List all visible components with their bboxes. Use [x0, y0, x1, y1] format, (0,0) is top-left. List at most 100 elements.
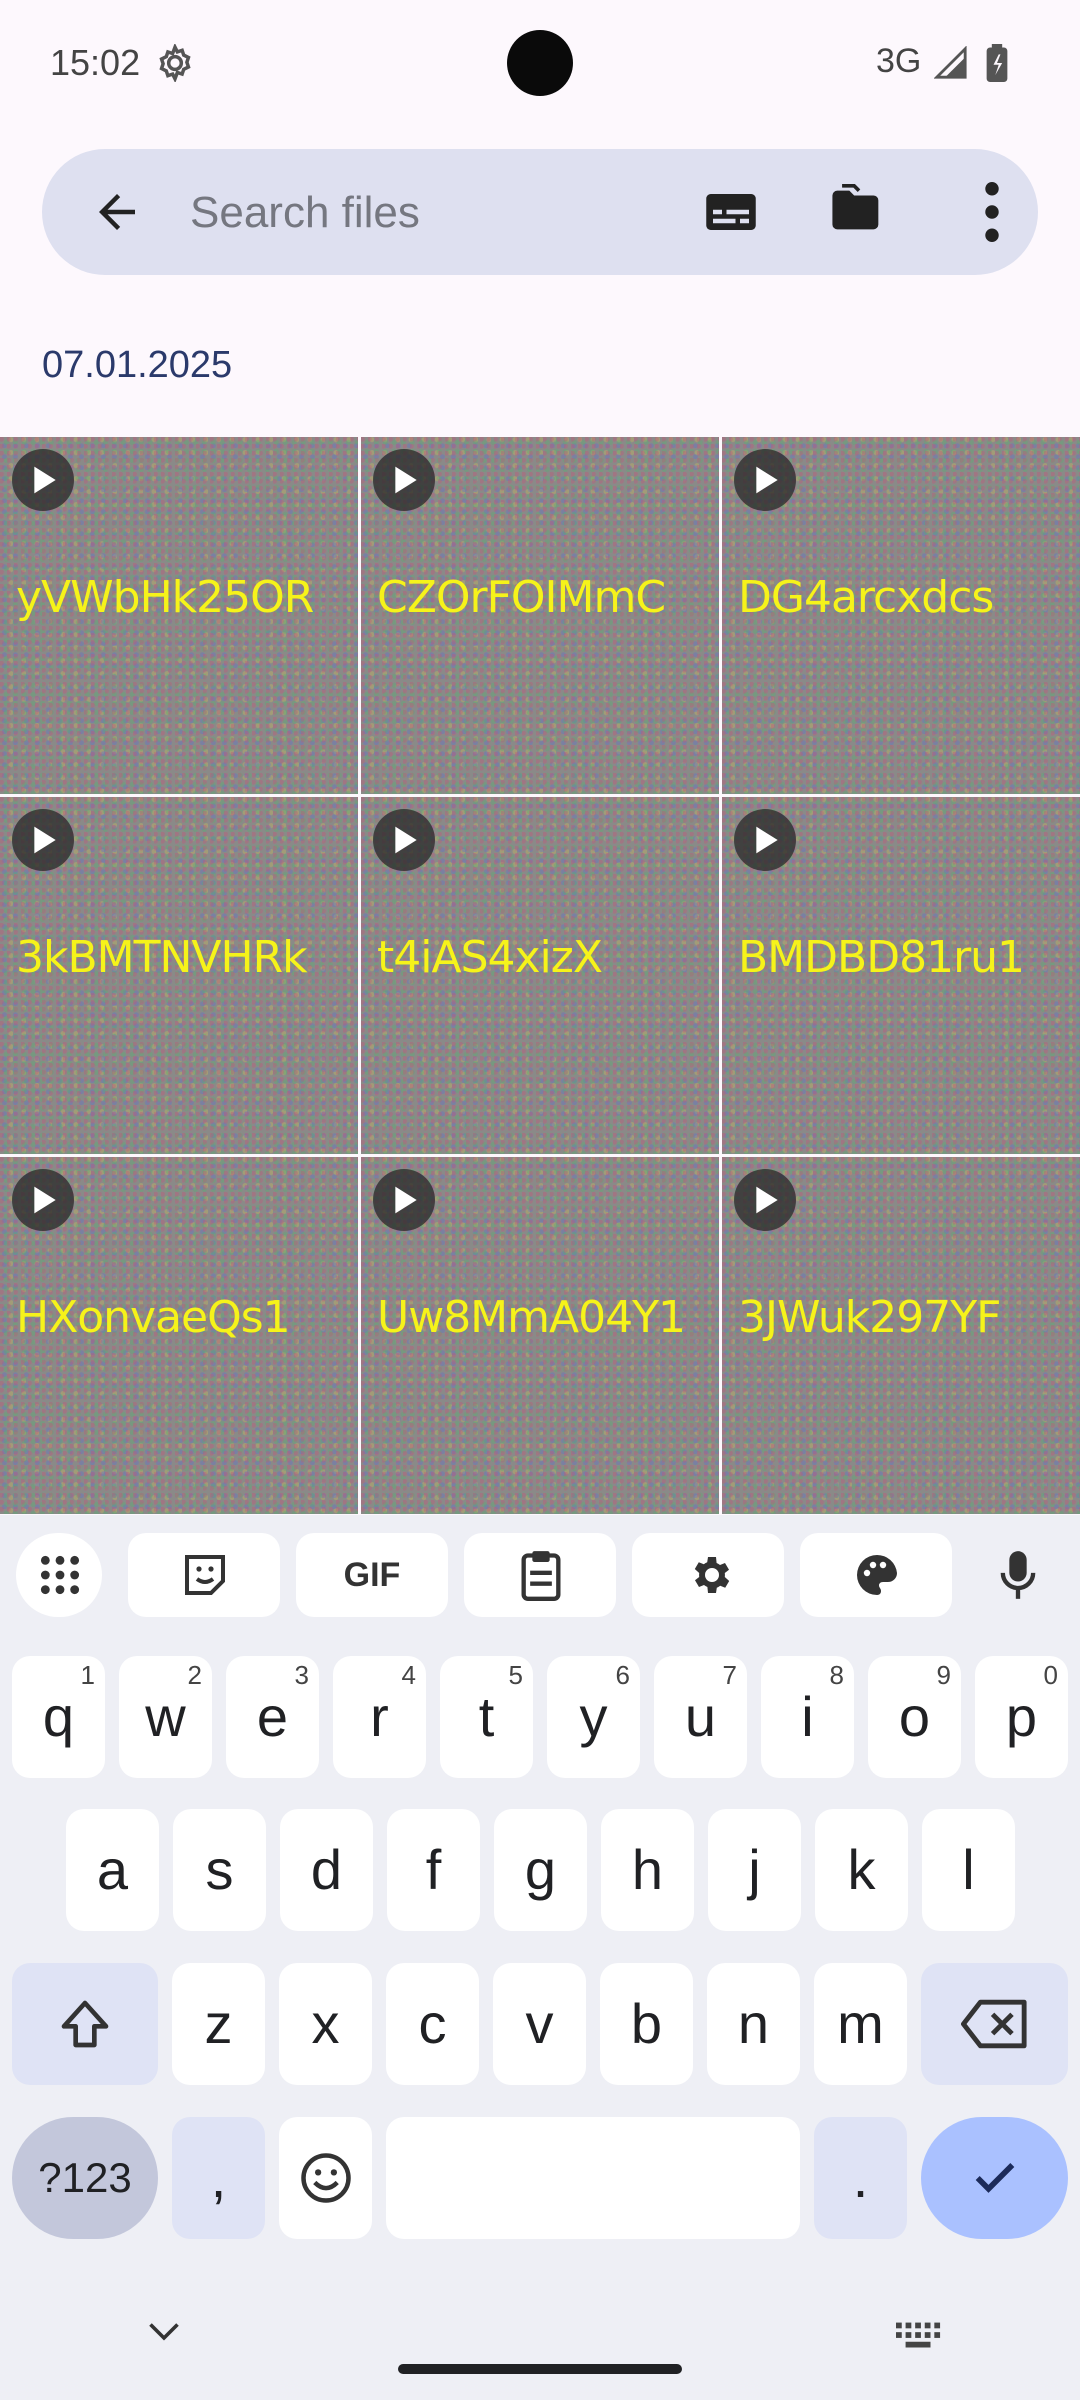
- key-number-hint: 5: [508, 1660, 523, 1690]
- key-x[interactable]: x: [279, 1963, 372, 2085]
- shift-arrow-icon: [61, 2000, 109, 2048]
- key-s[interactable]: s: [173, 1809, 266, 1931]
- file-name-label: CZOrFOIMmC: [377, 572, 666, 623]
- key-v[interactable]: v: [493, 1963, 586, 2085]
- video-thumbnail[interactable]: HXonvaeQs1: [0, 1157, 358, 1514]
- key-e[interactable]: e3: [226, 1656, 319, 1778]
- key-l[interactable]: l: [922, 1809, 1015, 1931]
- key-b[interactable]: b: [600, 1963, 693, 2085]
- key-number-hint: 1: [80, 1660, 95, 1690]
- period-key[interactable]: .: [814, 2117, 907, 2239]
- video-thumbnail[interactable]: 3JWuk297YF: [722, 1157, 1080, 1514]
- key-a[interactable]: a: [66, 1809, 159, 1931]
- video-thumbnail[interactable]: Uw8MmA04Y1: [361, 1157, 719, 1514]
- file-name-label: t4iAS4xizX: [377, 932, 603, 983]
- key-z[interactable]: z: [172, 1963, 265, 2085]
- apps-grid-button[interactable]: [16, 1533, 102, 1617]
- key-label: e: [256, 1685, 289, 1748]
- key-i[interactable]: i8: [761, 1656, 854, 1778]
- checkmark-icon: [975, 2163, 1015, 2193]
- search-bar: [42, 149, 1038, 275]
- key-number-hint: 9: [936, 1660, 951, 1690]
- video-thumbnail[interactable]: yVWbHk25OR: [0, 437, 358, 794]
- emoji-icon: [301, 2153, 351, 2203]
- key-label: y: [579, 1685, 608, 1748]
- emoji-key[interactable]: [279, 2117, 372, 2239]
- file-name-label: Uw8MmA04Y1: [377, 1292, 686, 1343]
- sticker-icon: [185, 1555, 225, 1595]
- key-label: q: [42, 1685, 75, 1748]
- symbols-key[interactable]: ?123: [12, 2117, 158, 2239]
- enter-key[interactable]: [921, 2117, 1068, 2239]
- key-h[interactable]: h: [601, 1809, 694, 1931]
- key-k[interactable]: k: [815, 1809, 908, 1931]
- file-name-label: yVWbHk25OR: [16, 572, 314, 623]
- play-icon: [373, 809, 435, 871]
- key-c[interactable]: c: [386, 1963, 479, 2085]
- microphone-icon[interactable]: [998, 1549, 1038, 1601]
- hide-keyboard-chevron-icon[interactable]: [146, 2320, 182, 2344]
- key-number-hint: 8: [829, 1660, 844, 1690]
- home-gesture-handle[interactable]: [398, 2364, 682, 2374]
- key-f[interactable]: f: [387, 1809, 480, 1931]
- key-number-hint: 4: [401, 1660, 416, 1690]
- key-t[interactable]: t5: [440, 1656, 533, 1778]
- file-grid: yVWbHk25OR CZOrFOIMmC DG4arcxdcs 3kBMTNV…: [0, 437, 1080, 1515]
- file-name-label: 3JWuk297YF: [738, 1292, 1001, 1343]
- video-thumbnail[interactable]: DG4arcxdcs: [722, 437, 1080, 794]
- keyboard-settings-button[interactable]: [632, 1533, 784, 1617]
- key-o[interactable]: o9: [868, 1656, 961, 1778]
- clipboard-button[interactable]: [464, 1533, 616, 1617]
- more-options-icon[interactable]: [984, 181, 1000, 243]
- key-j[interactable]: j: [708, 1809, 801, 1931]
- key-label: p: [1005, 1685, 1038, 1748]
- space-key[interactable]: [386, 2117, 800, 2239]
- key-number-hint: 0: [1043, 1660, 1058, 1690]
- subtitles-icon[interactable]: [702, 185, 760, 239]
- key-label: w: [145, 1685, 186, 1748]
- settings-gear-icon: [159, 44, 191, 82]
- key-d[interactable]: d: [280, 1809, 373, 1931]
- key-q[interactable]: q1: [12, 1656, 105, 1778]
- folder-icon[interactable]: [828, 181, 890, 239]
- play-icon: [373, 1169, 435, 1231]
- key-y[interactable]: y6: [547, 1656, 640, 1778]
- video-thumbnail[interactable]: BMDBD81ru1: [722, 797, 1080, 1154]
- gif-button[interactable]: GIF: [296, 1533, 448, 1617]
- back-arrow-icon[interactable]: [90, 185, 144, 239]
- keyboard-switch-icon[interactable]: [896, 2322, 942, 2350]
- key-u[interactable]: u7: [654, 1656, 747, 1778]
- backspace-key[interactable]: [921, 1963, 1068, 2085]
- video-thumbnail[interactable]: t4iAS4xizX: [361, 797, 719, 1154]
- on-screen-keyboard: GIF q1 w2 e3 r4 t5 y6 u7 i8 o9 p0 a s d …: [0, 1515, 1080, 2400]
- file-name-label: DG4arcxdcs: [738, 572, 994, 623]
- play-icon: [734, 1169, 796, 1231]
- play-icon: [373, 449, 435, 511]
- key-m[interactable]: m: [814, 1963, 907, 2085]
- video-thumbnail[interactable]: 3kBMTNVHRk: [0, 797, 358, 1154]
- file-name-label: BMDBD81ru1: [738, 932, 1025, 983]
- front-camera: [507, 30, 573, 96]
- key-p[interactable]: p0: [975, 1656, 1068, 1778]
- search-input[interactable]: [188, 177, 712, 249]
- sticker-button[interactable]: [128, 1533, 280, 1617]
- play-icon: [12, 449, 74, 511]
- play-icon: [734, 809, 796, 871]
- key-number-hint: 3: [294, 1660, 309, 1690]
- key-r[interactable]: r4: [333, 1656, 426, 1778]
- key-label: i: [801, 1685, 814, 1748]
- key-n[interactable]: n: [707, 1963, 800, 2085]
- apps-grid-icon: [40, 1555, 80, 1595]
- clipboard-icon: [521, 1551, 561, 1601]
- status-time: 15:02: [50, 42, 141, 83]
- shift-key[interactable]: [12, 1963, 158, 2085]
- video-thumbnail[interactable]: CZOrFOIMmC: [361, 437, 719, 794]
- key-g[interactable]: g: [494, 1809, 587, 1931]
- play-icon: [12, 809, 74, 871]
- battery-icon: [986, 44, 1008, 82]
- comma-key[interactable]: ,: [172, 2117, 265, 2239]
- key-w[interactable]: w2: [119, 1656, 212, 1778]
- theme-button[interactable]: [800, 1533, 952, 1617]
- signal-icon: [934, 46, 967, 79]
- key-number-hint: 2: [187, 1660, 202, 1690]
